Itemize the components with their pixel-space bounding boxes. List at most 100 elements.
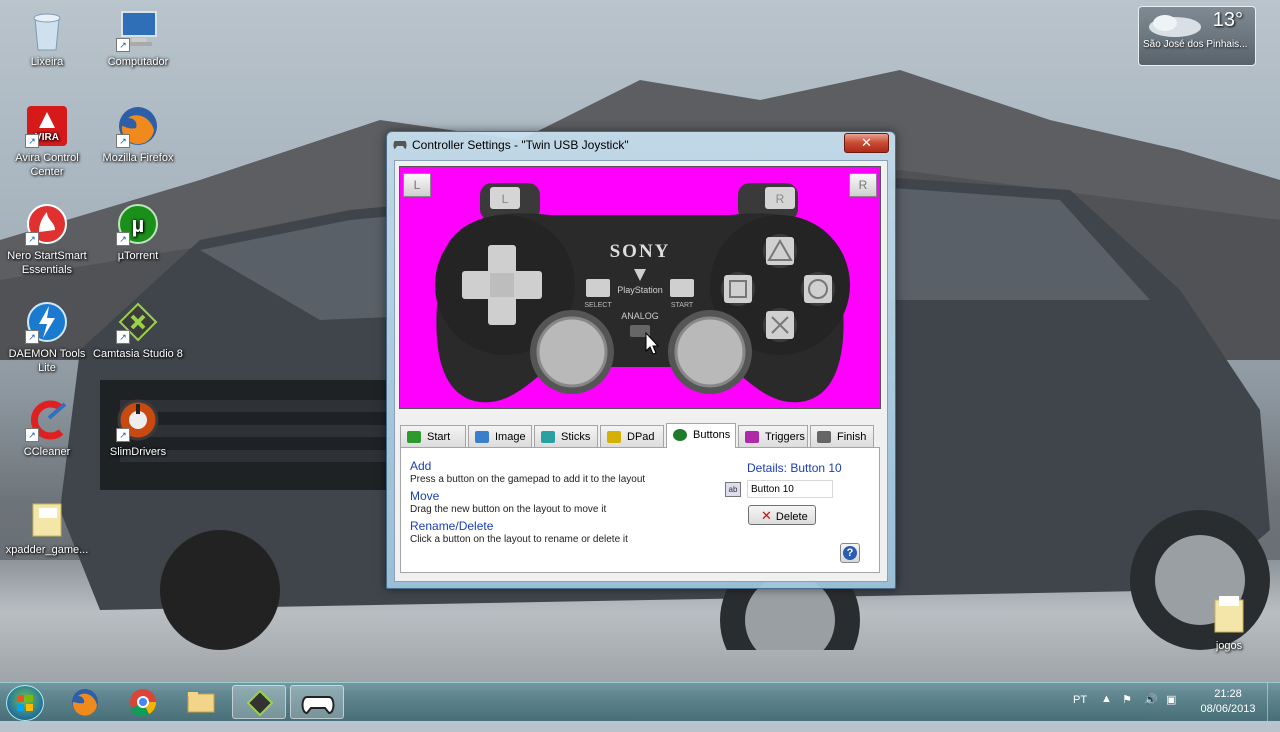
ccleaner-icon: ↗ <box>25 398 69 442</box>
network-icon[interactable]: ▣ <box>1166 693 1176 731</box>
taskbar-xpadder[interactable] <box>290 685 344 719</box>
desktop-icon-label: DAEMON Tools Lite <box>8 348 86 374</box>
desktop-icon-ccleaner[interactable]: ↗ CCleaner <box>2 398 92 459</box>
clock-date: 08/06/2013 <box>1200 703 1256 715</box>
r1-label: R <box>776 192 785 206</box>
recycle-bin-icon <box>25 8 69 52</box>
buttons-icon <box>673 429 687 441</box>
window-title: Controller Settings - "Twin USB Joystick… <box>412 138 629 152</box>
desktop-icon-label: Camtasia Studio 8 <box>93 348 183 360</box>
desktop-icon-camtasia[interactable]: ↗ Camtasia Studio 8 <box>93 300 183 361</box>
move-link[interactable]: Move <box>410 489 439 503</box>
tab-label: Triggers <box>765 431 805 443</box>
add-link[interactable]: Add <box>410 459 431 473</box>
nero-icon: ↗ <box>25 202 69 246</box>
arrow-right-icon <box>407 431 421 443</box>
window-titlebar[interactable]: Controller Settings - "Twin USB Joystick… <box>387 132 895 158</box>
desktop-icon-label: Avira Control Center <box>15 152 79 178</box>
taskbar-camtasia[interactable] <box>232 685 286 719</box>
delete-button-label: Delete <box>775 511 808 523</box>
desktop-icon-label: CCleaner <box>23 446 71 458</box>
shortcut-arrow-icon: ↗ <box>25 428 39 442</box>
shortcut-arrow-icon: ↗ <box>25 232 39 246</box>
tab-label: DPad <box>627 431 655 443</box>
desktop-icon-jogos[interactable]: jogos <box>1184 592 1274 653</box>
tab-triggers[interactable]: Triggers <box>738 425 808 447</box>
utorrent-icon: µ ↗ <box>116 202 160 246</box>
sticks-icon <box>541 431 555 443</box>
desktop-icon-utorrent[interactable]: µ ↗ µTorrent <box>93 202 183 263</box>
help-icon: ? <box>843 546 857 560</box>
avira-icon: VIRA ↗ <box>25 104 69 148</box>
analog-label: ANALOG <box>621 311 659 321</box>
weather-temperature: 13° <box>1212 9 1243 31</box>
svg-text:µ: µ <box>132 212 145 237</box>
desktop-icon-slimdrivers[interactable]: ↗ SlimDrivers <box>93 398 183 459</box>
add-description: Press a button on the gamepad to add it … <box>410 474 646 485</box>
select-button[interactable] <box>586 279 610 297</box>
desktop-icon-lixeira[interactable]: Lixeira <box>2 8 92 69</box>
folder-icon <box>1207 592 1251 636</box>
desktop-icon-avira[interactable]: VIRA ↗ Avira Control Center <box>2 104 92 179</box>
taskbar-clock[interactable]: 21:28 08/06/2013 <box>1190 687 1266 717</box>
details-heading: Details: Button 10 <box>747 461 842 475</box>
desktop-icon-label: Nero StartSmart Essentials <box>7 250 87 276</box>
rename-delete-link[interactable]: Rename/Delete <box>410 519 493 533</box>
tab-label: Buttons <box>693 429 731 441</box>
right-stick[interactable] <box>674 316 746 388</box>
start-button[interactable] <box>6 685 44 721</box>
start-button[interactable] <box>670 279 694 297</box>
volume-icon[interactable]: 🔊 <box>1144 693 1158 731</box>
tab-finish[interactable]: Finish <box>810 425 874 447</box>
folder-icon <box>25 496 69 540</box>
desktop-icon-label: Mozilla Firefox <box>102 152 174 164</box>
desktop-icon-label: Computador <box>107 56 169 68</box>
tab-sticks[interactable]: Sticks <box>534 425 598 447</box>
playstation-logo: PlayStation <box>617 285 663 295</box>
dpad-icon <box>607 431 621 443</box>
left-stick[interactable] <box>536 316 608 388</box>
wizard-tabs: Start Image Sticks DPad Buttons Triggers <box>400 423 880 448</box>
weather-city: São José dos Pinhais... <box>1143 39 1248 50</box>
chrome-icon <box>130 689 157 717</box>
shortcut-arrow-icon: ↗ <box>25 330 39 344</box>
tab-dpad[interactable]: DPad <box>600 425 664 447</box>
desktop-icon-nero[interactable]: ↗ Nero StartSmart Essentials <box>2 202 92 277</box>
taskbar-firefox[interactable] <box>58 685 112 719</box>
desktop-icon-computador[interactable]: ↗ Computador <box>93 8 183 69</box>
desktop-icon-label: Lixeira <box>30 56 64 68</box>
finish-flag-icon <box>817 431 831 443</box>
controller-settings-window: Controller Settings - "Twin USB Joystick… <box>386 131 896 589</box>
close-button[interactable]: ✕ <box>844 133 889 153</box>
desktop-icon-label: xpadder_game... <box>5 544 89 556</box>
show-desktop-button[interactable] <box>1267 683 1280 721</box>
clock-time: 21:28 <box>1214 688 1242 700</box>
help-button[interactable]: ? <box>840 543 860 563</box>
triggers-icon <box>745 431 759 443</box>
square-button[interactable] <box>724 275 752 303</box>
desktop-icon-xpadder-folder[interactable]: xpadder_game... <box>2 496 92 557</box>
tab-image[interactable]: Image <box>468 425 532 447</box>
desktop-icon-label: SlimDrivers <box>109 446 167 458</box>
button-name-field[interactable]: Button 10 <box>747 480 833 498</box>
delete-button[interactable]: ✕ Delete <box>748 505 816 525</box>
tab-label: Sticks <box>561 431 591 443</box>
shortcut-arrow-icon: ↗ <box>116 134 130 148</box>
action-center-flag-icon[interactable]: ⚑ <box>1122 693 1132 731</box>
select-label: SELECT <box>584 302 612 309</box>
taskbar-chrome[interactable] <box>116 685 170 719</box>
explorer-folder-icon <box>187 692 215 713</box>
weather-gadget[interactable]: 13° São José dos Pinhais... <box>1138 6 1256 66</box>
desktop-icon-firefox[interactable]: ↗ Mozilla Firefox <box>93 104 183 165</box>
firefox-icon: ↗ <box>116 104 160 148</box>
desktop-icon-daemon-tools[interactable]: ↗ DAEMON Tools Lite <box>2 300 92 375</box>
tab-buttons[interactable]: Buttons <box>666 423 736 448</box>
slimdrivers-icon: ↗ <box>116 398 160 442</box>
tab-start[interactable]: Start <box>400 425 466 447</box>
computer-icon: ↗ <box>116 8 160 52</box>
tray-expand-icon[interactable]: ▲ <box>1101 693 1112 731</box>
taskbar-explorer[interactable] <box>174 685 228 719</box>
language-indicator[interactable]: PT <box>1073 694 1087 732</box>
shortcut-arrow-icon: ↗ <box>116 428 130 442</box>
gamepad-layout-canvas[interactable]: L R L R SONY PlayStation SELECT START AN… <box>399 166 881 409</box>
